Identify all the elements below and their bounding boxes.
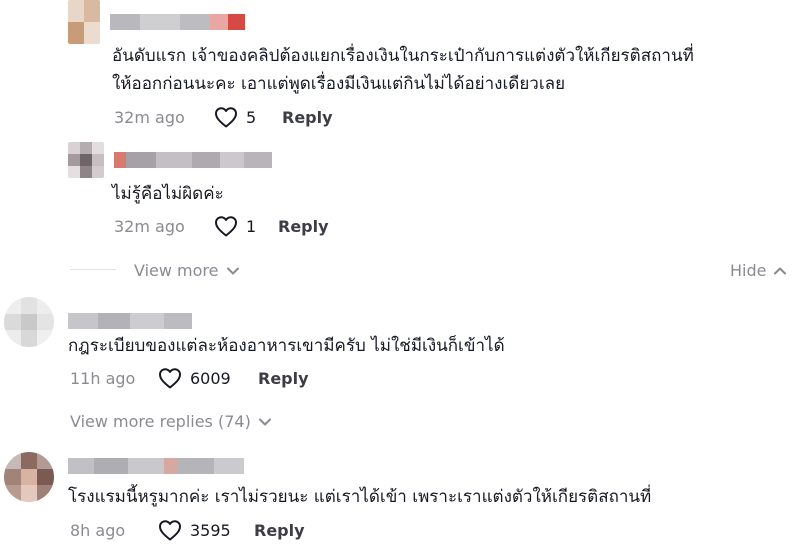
like-count: 1 [246,216,257,236]
comment-time: 11h ago [70,369,136,388]
like-button[interactable]: 3595 [158,519,231,541]
username-blurred[interactable] [68,458,244,474]
reply-button[interactable]: Reply [258,369,309,388]
chevron-down-icon [226,267,239,274]
view-more-replies-label: View more replies (74) [70,412,251,431]
comment-text-line: อันดับแรก เจ้าของคลิปต้องแยกเรื่องเงินใน… [112,46,694,66]
reply-button[interactable]: Reply [282,108,333,127]
comment-text-line: ให้ออกก่อนนะคะ เอาแต่พูดเรื่องมีเงินแต่ก… [112,74,566,94]
comment-time: 32m ago [114,217,185,236]
view-more-button[interactable]: View more [134,261,239,280]
hide-replies-button[interactable]: Hide [730,261,787,280]
like-count: 6009 [190,368,231,388]
comment-text: กฎระเบียบของแต่ละห้องอาหารเขามีครับ ไม่ใ… [68,332,505,360]
avatar[interactable] [4,452,54,502]
comment-text-line: กฎระเบียบของแต่ละห้องอาหารเขามีครับ ไม่ใ… [68,336,505,356]
username-blurred[interactable] [114,152,272,168]
reply-button[interactable]: Reply [278,217,329,236]
comment-text-line: โรงแรมนี้หรูมากค่ะ เราไม่รวยนะ แต่เราได้… [68,487,652,507]
comment-text: อันดับแรก เจ้าของคลิปต้องแยกเรื่องเงินใน… [112,42,694,98]
avatar[interactable] [4,297,54,347]
hide-label: Hide [730,261,767,280]
chevron-down-icon [258,418,271,425]
view-more-label: View more [134,261,219,280]
like-button[interactable]: 6009 [158,367,231,389]
heart-outline-icon [215,216,237,237]
comment-text-line: ไม่รู้คือไม่ผิดค่ะ [112,184,224,204]
heart-outline-icon [159,520,181,541]
avatar[interactable] [68,142,104,178]
like-count: 5 [246,107,257,127]
chevron-up-icon [774,267,787,274]
reply-button[interactable]: Reply [254,521,305,540]
thread-divider [70,269,116,270]
like-button[interactable]: 5 [214,106,256,128]
avatar[interactable] [68,0,100,44]
heart-outline-icon [215,107,237,128]
like-count: 3595 [190,520,231,540]
username-blurred[interactable] [110,14,245,30]
heart-outline-icon [159,368,181,389]
username-blurred[interactable] [68,313,192,329]
comment-text: ไม่รู้คือไม่ผิดค่ะ [112,180,224,208]
comment-time: 8h ago [70,521,126,540]
comment-text: โรงแรมนี้หรูมากค่ะ เราไม่รวยนะ แต่เราได้… [68,483,651,511]
like-button[interactable]: 1 [214,215,256,237]
view-more-replies-button[interactable]: View more replies (74) [70,412,271,431]
comment-time: 32m ago [114,108,185,127]
